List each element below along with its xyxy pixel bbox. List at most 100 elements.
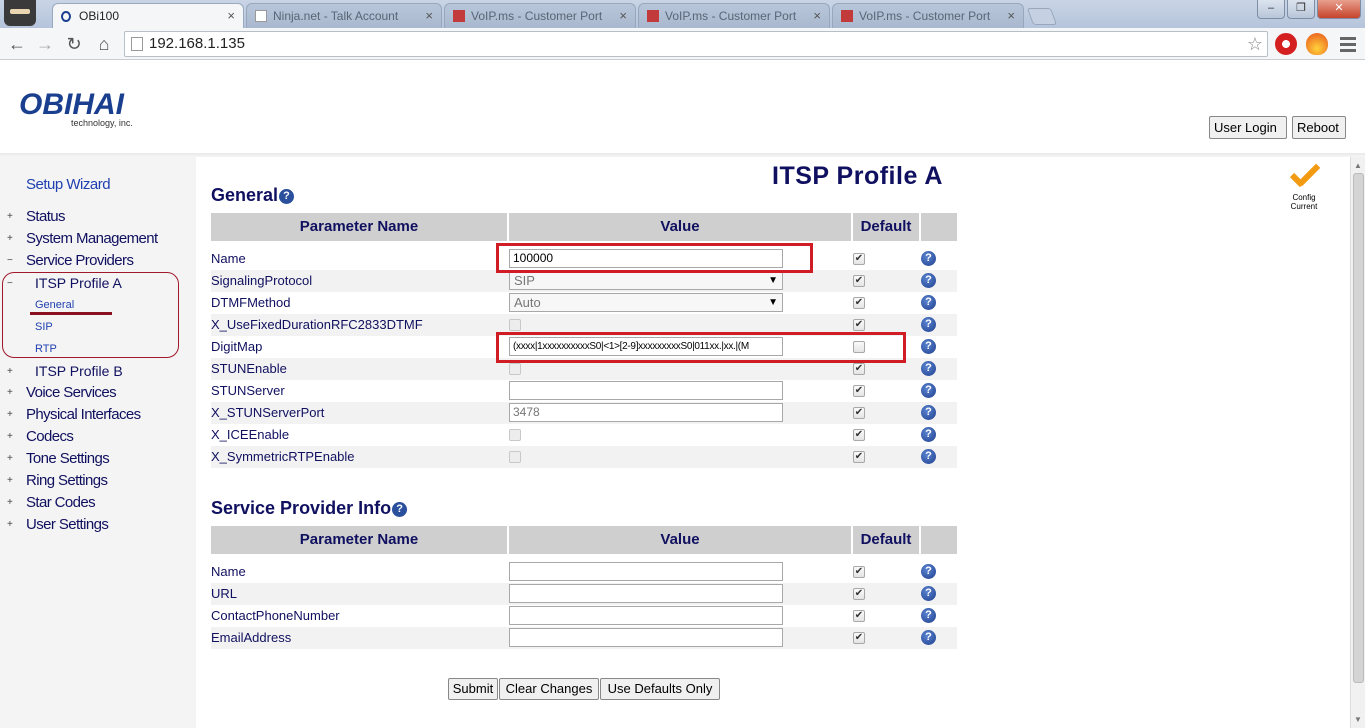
- default-checkbox[interactable]: ✔: [853, 275, 865, 287]
- expand-plus-icon[interactable]: +: [7, 366, 13, 377]
- browser-tab[interactable]: VoIP.ms - Customer Port ×: [832, 3, 1024, 28]
- value-checkbox[interactable]: [509, 451, 521, 463]
- expand-plus-icon[interactable]: +: [7, 409, 13, 420]
- setup-wizard-link[interactable]: Setup Wizard: [26, 176, 111, 193]
- default-checkbox[interactable]: ✔: [853, 588, 865, 600]
- default-checkbox[interactable]: ✔: [853, 451, 865, 463]
- value-checkbox[interactable]: [509, 363, 521, 375]
- use-defaults-button[interactable]: Use Defaults Only: [600, 678, 720, 700]
- home-icon[interactable]: ⌂: [93, 33, 115, 55]
- reload-icon[interactable]: ↻: [63, 33, 85, 55]
- back-arrow-icon[interactable]: ←: [6, 33, 28, 55]
- nav-item-service-providers[interactable]: − Service Providers: [0, 251, 196, 271]
- collapse-minus-icon[interactable]: −: [7, 255, 13, 266]
- close-tab-icon[interactable]: ×: [813, 4, 821, 28]
- help-icon[interactable]: ?: [921, 339, 936, 354]
- maximize-button[interactable]: ❐: [1287, 0, 1315, 19]
- default-checkbox[interactable]: ✔: [853, 632, 865, 644]
- value-checkbox[interactable]: [509, 319, 521, 331]
- default-checkbox[interactable]: ✔: [853, 319, 865, 331]
- expand-plus-icon[interactable]: +: [7, 497, 13, 508]
- help-icon[interactable]: ?: [279, 189, 295, 204]
- close-tab-icon[interactable]: ×: [227, 4, 235, 28]
- dtmf-method-select[interactable]: Auto ▼: [509, 293, 783, 312]
- help-icon[interactable]: ?: [921, 251, 936, 266]
- nav-item-codecs[interactable]: + Codecs: [0, 427, 196, 447]
- expand-plus-icon[interactable]: +: [7, 233, 13, 244]
- close-window-button[interactable]: ✕: [1317, 0, 1361, 19]
- default-checkbox[interactable]: ✔: [853, 407, 865, 419]
- provider-name-input[interactable]: [509, 562, 783, 581]
- default-checkbox[interactable]: ✔: [853, 385, 865, 397]
- dropdown-arrow-icon: ▼: [768, 275, 778, 286]
- expand-plus-icon[interactable]: +: [7, 519, 13, 530]
- close-tab-icon[interactable]: ×: [1007, 4, 1015, 28]
- close-tab-icon[interactable]: ×: [425, 4, 433, 28]
- nav-item-star-codes[interactable]: + Star Codes: [0, 493, 196, 513]
- expand-plus-icon[interactable]: +: [7, 387, 13, 398]
- default-checkbox[interactable]: ✔: [853, 566, 865, 578]
- fire-extension-icon[interactable]: [1306, 33, 1328, 55]
- contact-phone-input[interactable]: [509, 606, 783, 625]
- email-address-input[interactable]: [509, 628, 783, 647]
- close-tab-icon[interactable]: ×: [619, 4, 627, 28]
- browser-tab[interactable]: VoIP.ms - Customer Port ×: [638, 3, 830, 28]
- nav-label: Status: [26, 208, 66, 225]
- reboot-button[interactable]: Reboot: [1292, 116, 1346, 139]
- user-login-button[interactable]: User Login: [1209, 116, 1287, 139]
- browser-tab[interactable]: VoIP.ms - Customer Port ×: [444, 3, 636, 28]
- default-checkbox[interactable]: ✔: [853, 429, 865, 441]
- forward-arrow-icon[interactable]: →: [34, 33, 56, 55]
- expand-plus-icon[interactable]: +: [7, 431, 13, 442]
- help-icon[interactable]: ?: [921, 383, 936, 398]
- help-icon[interactable]: ?: [921, 564, 936, 579]
- nav-item-user-settings[interactable]: + User Settings: [0, 515, 196, 535]
- profile-avatar-icon[interactable]: [4, 0, 36, 26]
- nav-item-ring-settings[interactable]: + Ring Settings: [0, 471, 196, 491]
- help-icon[interactable]: ?: [921, 273, 936, 288]
- nav-item-itsp-profile-b[interactable]: + ITSP Profile B: [0, 362, 196, 382]
- default-checkbox[interactable]: ✔: [853, 610, 865, 622]
- signaling-protocol-select[interactable]: SIP ▼: [509, 271, 783, 290]
- stop-extension-icon[interactable]: [1275, 33, 1297, 55]
- nav-item-tone-settings[interactable]: + Tone Settings: [0, 449, 196, 469]
- clear-changes-button[interactable]: Clear Changes: [499, 678, 599, 700]
- help-icon[interactable]: ?: [921, 586, 936, 601]
- browser-tab[interactable]: Ninja.net - Talk Account ×: [246, 3, 442, 28]
- scroll-down-arrow-icon[interactable]: ▼: [1354, 715, 1362, 724]
- address-bar[interactable]: 192.168.1.135 ☆: [124, 31, 1268, 57]
- menu-icon[interactable]: [1340, 37, 1356, 52]
- help-icon[interactable]: ?: [921, 449, 936, 464]
- expand-plus-icon[interactable]: +: [7, 453, 13, 464]
- new-tab-button[interactable]: [1026, 8, 1058, 25]
- help-icon[interactable]: ?: [921, 427, 936, 442]
- expand-plus-icon[interactable]: +: [7, 475, 13, 486]
- nav-item-system-management[interactable]: + System Management: [0, 229, 196, 249]
- stun-server-port-input[interactable]: 3478: [509, 403, 783, 422]
- help-icon[interactable]: ?: [921, 608, 936, 623]
- submit-button[interactable]: Submit: [448, 678, 498, 700]
- help-icon[interactable]: ?: [921, 317, 936, 332]
- scroll-up-arrow-icon[interactable]: ▲: [1354, 161, 1362, 170]
- nav-item-physical-interfaces[interactable]: + Physical Interfaces: [0, 405, 196, 425]
- default-checkbox[interactable]: ✔: [853, 253, 865, 265]
- stun-server-input[interactable]: [509, 381, 783, 400]
- value-checkbox[interactable]: [509, 429, 521, 441]
- nav-item-status[interactable]: + Status: [0, 207, 196, 227]
- bookmark-star-icon[interactable]: ☆: [1247, 32, 1263, 56]
- scrollbar-thumb[interactable]: [1353, 173, 1364, 683]
- default-checkbox[interactable]: ✔: [853, 297, 865, 309]
- vertical-scrollbar[interactable]: ▲ ▼: [1350, 157, 1365, 728]
- help-icon[interactable]: ?: [921, 405, 936, 420]
- nav-item-voice-services[interactable]: + Voice Services: [0, 383, 196, 403]
- help-icon[interactable]: ?: [921, 361, 936, 376]
- logo-subtitle: technology, inc.: [71, 118, 133, 128]
- help-icon[interactable]: ?: [921, 630, 936, 645]
- browser-tab-obi100[interactable]: OBi100 ×: [52, 3, 244, 28]
- minimize-button[interactable]: –: [1257, 0, 1285, 19]
- expand-plus-icon[interactable]: +: [7, 211, 13, 222]
- default-checkbox[interactable]: ✔: [853, 363, 865, 375]
- provider-url-input[interactable]: [509, 584, 783, 603]
- help-icon[interactable]: ?: [921, 295, 936, 310]
- help-icon[interactable]: ?: [392, 502, 408, 517]
